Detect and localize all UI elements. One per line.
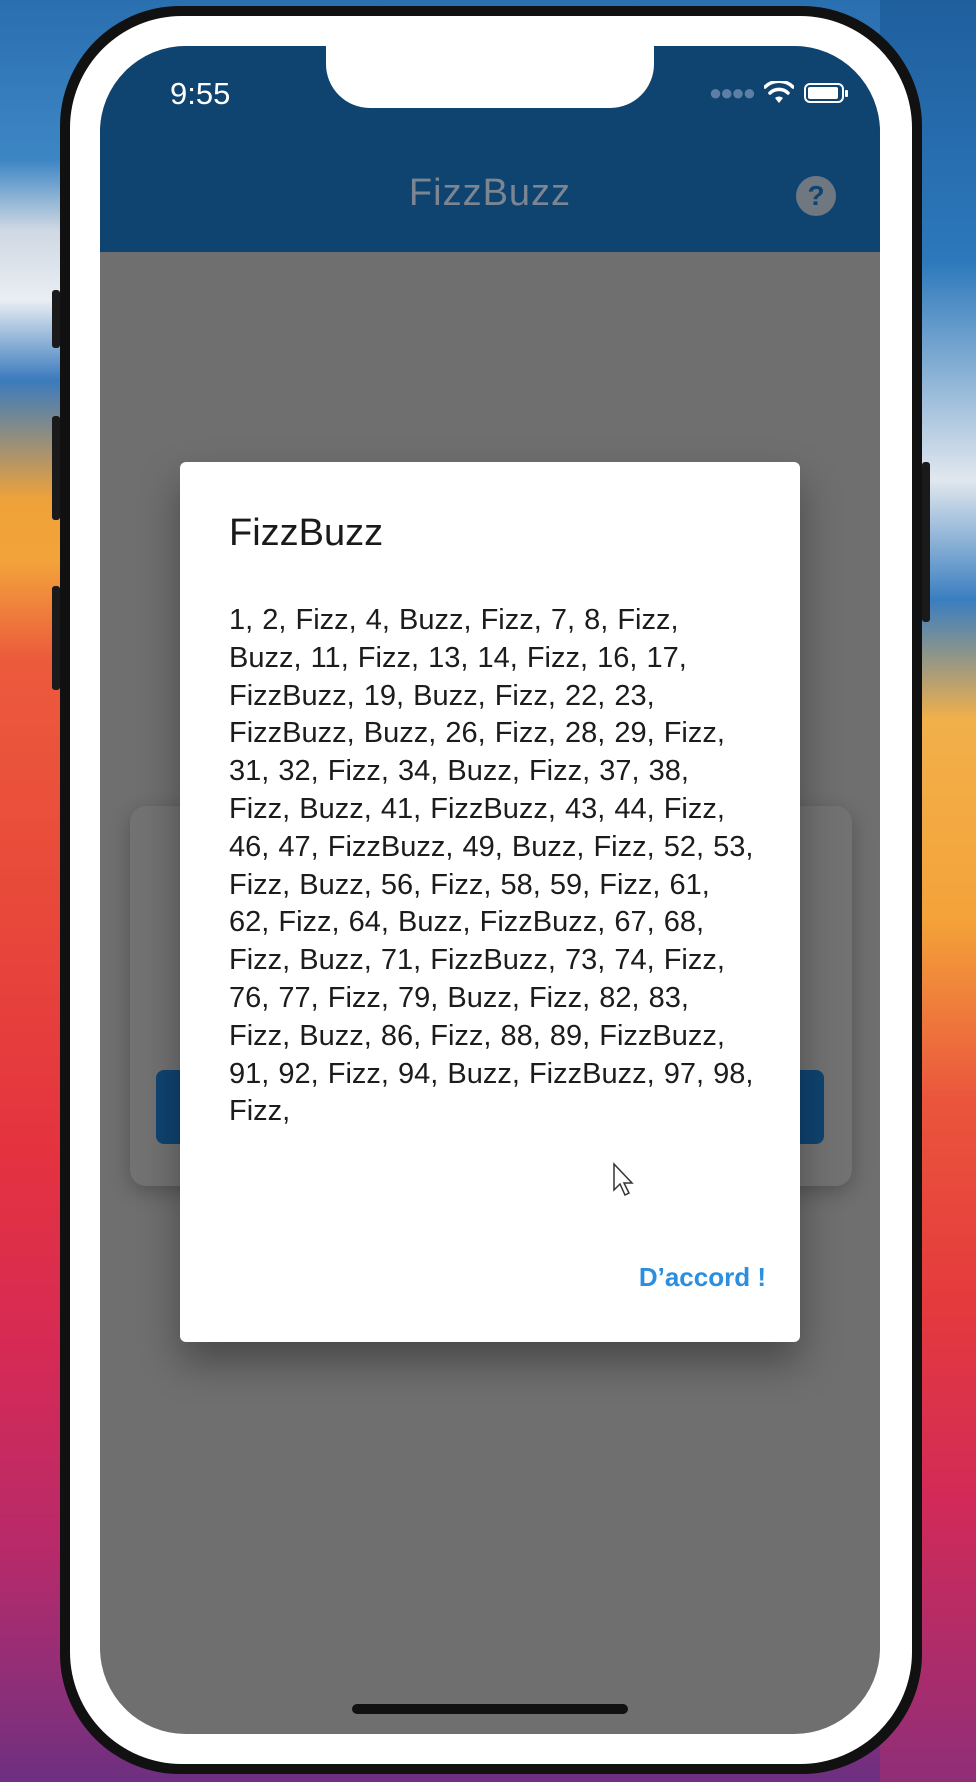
dialog-body-text: 1, 2, Fizz, 4, Buzz, Fizz, 7, 8, Fizz, B… <box>229 604 754 1128</box>
dialog-title: FizzBuzz <box>229 512 384 554</box>
app-screen: 9:55 ●●●● FizzBuzz ? FizzBuzz 1, 2, Fizz… <box>100 46 880 1734</box>
confirm-button[interactable]: D’accord ! <box>639 1262 766 1293</box>
app-bar: 9:55 ●●●● FizzBuzz ? <box>100 46 880 252</box>
status-icons: ●●●● <box>708 80 848 106</box>
device-notch <box>326 46 654 108</box>
cellular-signal-icon: ●●●● <box>708 80 756 105</box>
volume-down-button <box>52 586 60 690</box>
home-indicator[interactable] <box>352 1704 628 1714</box>
wifi-icon <box>764 81 794 103</box>
volume-up-button <box>52 416 60 520</box>
alert-dialog: FizzBuzz 1, 2, Fizz, 4, Buzz, Fizz, 7, 8… <box>180 462 800 1342</box>
question-circle-icon[interactable]: ? <box>796 176 836 216</box>
battery-icon <box>804 83 848 103</box>
power-button <box>922 462 930 622</box>
app-title: FizzBuzz <box>408 172 572 214</box>
status-time: 9:55 <box>170 76 231 111</box>
mouse-cursor-icon <box>613 1162 634 1197</box>
silent-switch <box>52 290 60 348</box>
